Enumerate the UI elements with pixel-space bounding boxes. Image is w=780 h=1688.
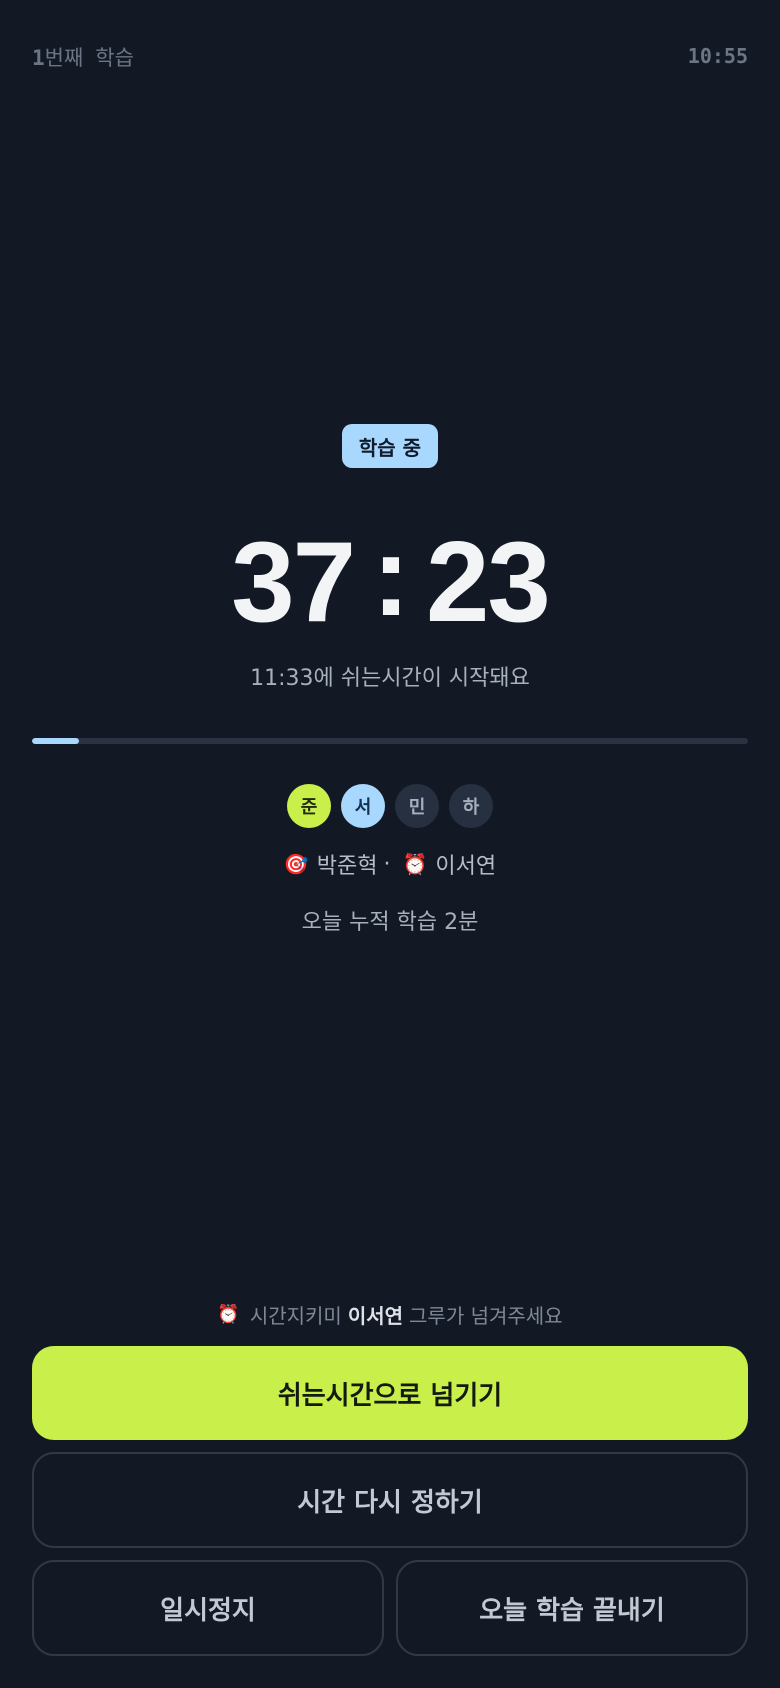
avatar: 민: [395, 784, 439, 828]
session-counter: 1번째 학습: [32, 42, 134, 72]
progress-fill: [32, 738, 79, 744]
session-label: 번째: [44, 46, 84, 70]
alarm-clock-icon: ⏰: [217, 1304, 240, 1325]
skip-to-break-button[interactable]: 쉬는시간으로 넘기기: [32, 1346, 748, 1440]
role-assignments: 🎯 박준혁 · ⏰ 이서연: [0, 848, 780, 880]
end-today-button[interactable]: 오늘 학습 끝내기: [396, 1560, 748, 1656]
session-number: 1: [32, 46, 45, 70]
target-icon: 🎯: [283, 852, 309, 876]
pause-button[interactable]: 일시정지: [32, 1560, 384, 1656]
hint-name: 이서연: [347, 1304, 404, 1328]
session-suffix: 학습: [95, 46, 134, 70]
today-total: 오늘 누적 학습 2분: [301, 910, 479, 935]
timer-minutes: 37: [231, 518, 356, 646]
avatar: 준: [287, 784, 331, 828]
break-notice: 11:33에 쉬는시간이 시작돼요: [250, 666, 530, 691]
avatar: 하: [449, 784, 493, 828]
timekeeper-name: 이서연: [435, 854, 497, 879]
hint-prefix: 시간지키미: [249, 1304, 342, 1328]
leader-name: 박준혁: [316, 854, 378, 879]
clock: 10:55: [687, 44, 748, 68]
hint-suffix: 그루가 넘겨주세요: [409, 1304, 563, 1328]
alarm-clock-icon: ⏰: [402, 852, 428, 876]
status-badge: 학습 중: [342, 424, 438, 468]
timer-separator: :: [372, 512, 410, 640]
handoff-hint: ⏰ 시간지키미 이서연 그루가 넘겨주세요: [0, 1300, 780, 1329]
role-separator: ·: [383, 851, 391, 877]
member-avatars: 준 서 민 하: [0, 784, 780, 828]
avatar: 서: [341, 784, 385, 828]
progress-bar: [32, 738, 748, 744]
timer-seconds: 23: [425, 518, 551, 646]
countdown-timer: 37 : 23: [0, 512, 780, 652]
reset-time-button[interactable]: 시간 다시 정하기: [32, 1452, 748, 1548]
